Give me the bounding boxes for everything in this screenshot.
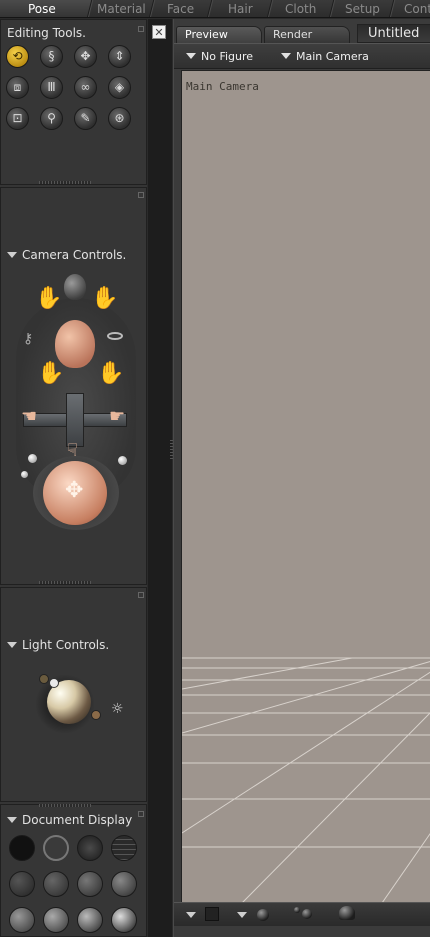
camera-controls-title[interactable]: Camera Controls. — [7, 248, 126, 262]
panel-resize-grip[interactable] — [39, 581, 91, 584]
background-color-icon[interactable] — [205, 907, 219, 921]
camera-select[interactable]: Main Camera — [281, 50, 369, 63]
texture-shaded-style-icon[interactable] — [77, 907, 103, 933]
panel-option-box[interactable] — [138, 811, 144, 817]
preview-viewport[interactable]: Main Camera — [181, 70, 430, 903]
figure-circle-large-icon[interactable] — [302, 909, 312, 919]
tab-render[interactable]: Render — [264, 26, 350, 43]
tab-face[interactable]: Face — [149, 0, 213, 17]
tab-material[interactable]: Material — [87, 0, 155, 17]
right-hand-camera-icon[interactable]: ✋ — [91, 288, 118, 310]
shadow-toggle-icon[interactable] — [257, 909, 269, 921]
figure-circle-small-icon[interactable] — [294, 907, 300, 913]
light-controls-panel: Light Controls. ☼ — [0, 587, 147, 802]
cartoon-style-icon[interactable] — [111, 871, 137, 897]
morphing-tool-icon[interactable]: ✎ — [74, 107, 97, 130]
light-indicator-icon[interactable]: ☼ — [111, 701, 124, 717]
color-icon[interactable]: ◈ — [108, 76, 131, 99]
document-bottom-bar — [174, 902, 430, 926]
document-display-panel: Document Display — [0, 804, 147, 937]
chain-break-icon[interactable]: ∞ — [74, 76, 97, 99]
panel-option-box[interactable] — [138, 192, 144, 198]
move-y-bar[interactable] — [66, 393, 84, 447]
trackball-arrows-icon: ✥ — [65, 478, 84, 503]
wireframe-style-icon[interactable] — [77, 835, 103, 861]
grouping-icon[interactable]: ⊡ — [6, 107, 29, 130]
pointing-hand-left-icon: ☚ — [21, 406, 38, 427]
collapse-triangle-icon[interactable] — [7, 252, 17, 258]
pointing-hand-right-icon: ☛ — [109, 406, 126, 427]
tab-pose[interactable]: Pose — [0, 0, 93, 17]
light-handle-2[interactable] — [49, 678, 59, 688]
flyaround-key-icon[interactable]: ⚷ — [23, 331, 33, 347]
editing-tools-panel: Editing Tools. ⟲ § ✥ ⇕ ⧈ Ⅲ ∞ ◈ ⊡ ⚲ ✎ ⊛ — [0, 19, 147, 185]
flat-shaded-style-icon[interactable] — [43, 871, 69, 897]
tab-preview[interactable]: Preview — [176, 26, 262, 43]
room-tab-bar: Pose Material Face Hair Cloth Setup Cont… — [0, 0, 430, 18]
face-camera-icon[interactable] — [64, 274, 86, 300]
camera-small-ball[interactable] — [21, 471, 28, 478]
scale-icon[interactable]: ⧈ — [6, 76, 29, 99]
tab-hair[interactable]: Hair — [207, 0, 273, 17]
panel-resize-grip[interactable] — [39, 181, 91, 184]
right-hand-control-icon[interactable]: ✋ — [97, 363, 124, 385]
translate-icon[interactable]: ✥ — [74, 45, 97, 68]
view-magnifier-icon[interactable]: ⚲ — [40, 107, 63, 130]
camera-scale-ball-left[interactable] — [28, 454, 37, 463]
panel-resize-grip[interactable] — [39, 804, 91, 807]
sketch-style-icon[interactable] — [111, 907, 137, 933]
dropdown-triangle-icon — [281, 53, 291, 59]
taper-icon[interactable]: Ⅲ — [40, 76, 63, 99]
smooth-lined-style-icon[interactable] — [43, 907, 69, 933]
camera-controls-panel: Camera Controls. ✋ ✋ ⚷ ✋ ✋ ☚ ☛ ☟ ✥ — [0, 187, 147, 585]
direct-manipulation-icon[interactable]: ⊛ — [108, 107, 131, 130]
left-palette-column: Editing Tools. ⟲ § ✥ ⇕ ⧈ Ⅲ ∞ ◈ ⊡ ⚲ ✎ ⊛ C… — [0, 19, 147, 937]
figure-select[interactable]: No Figure — [186, 50, 253, 63]
tab-cloth[interactable]: Cloth — [267, 0, 335, 17]
twist-icon[interactable]: § — [40, 45, 63, 68]
hidden-line-style-icon[interactable] — [111, 835, 137, 861]
palette-separator — [148, 19, 172, 937]
panel-option-box[interactable] — [138, 592, 144, 598]
outline-style-icon[interactable] — [43, 835, 69, 861]
translate-in-out-icon[interactable]: ⇕ — [108, 45, 131, 68]
orbit-ring-icon[interactable] — [107, 332, 123, 340]
dropdown-triangle-icon — [186, 53, 196, 59]
shadow-options-triangle-icon[interactable] — [237, 912, 247, 918]
light-controls-title[interactable]: Light Controls. — [7, 638, 109, 652]
tab-content[interactable]: Conte — [389, 0, 430, 17]
document-display-title[interactable]: Document Display — [7, 813, 132, 827]
camera-scale-ball-right[interactable] — [118, 456, 127, 465]
lined-style-icon[interactable] — [9, 871, 35, 897]
ground-grid — [182, 657, 430, 903]
document-toolbar: No Figure Main Camera — [174, 43, 430, 69]
panel-option-box[interactable] — [138, 26, 144, 32]
editing-tools-title: Editing Tools. — [7, 26, 86, 40]
silhouette-style-icon[interactable] — [9, 835, 35, 861]
left-hand-control-icon[interactable]: ✋ — [37, 363, 64, 385]
options-triangle-icon[interactable] — [186, 912, 196, 918]
close-icon[interactable]: ✕ — [152, 25, 166, 39]
ground-plane-icon[interactable] — [339, 906, 355, 920]
document-title: Untitled — [357, 24, 430, 43]
collapse-triangle-icon[interactable] — [7, 642, 17, 648]
smooth-shaded-style-icon[interactable] — [9, 907, 35, 933]
rotate-icon[interactable]: ⟲ — [6, 45, 29, 68]
document-window: Preview Render Untitled No Figure Main C… — [173, 19, 430, 937]
light-handle-1[interactable] — [39, 674, 49, 684]
flat-lined-style-icon[interactable] — [77, 871, 103, 897]
light-handle-3[interactable] — [91, 710, 101, 720]
left-hand-camera-icon[interactable]: ✋ — [35, 288, 62, 310]
collapse-triangle-icon[interactable] — [7, 817, 17, 823]
tab-setup[interactable]: Setup — [329, 0, 395, 17]
